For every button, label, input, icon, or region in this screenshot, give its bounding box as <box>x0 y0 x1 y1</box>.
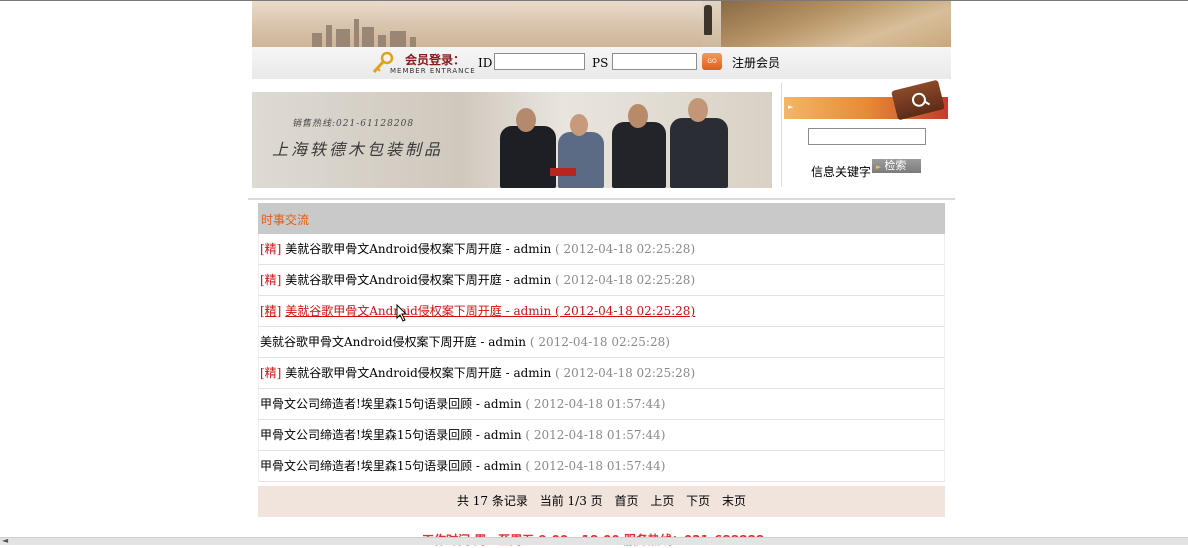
news-item-author: - admin <box>476 335 527 349</box>
header-banner <box>252 1 951 47</box>
news-item-title[interactable]: 甲骨文公司缔造者!埃里森15句语录回顾 <box>260 397 472 411</box>
password-input[interactable] <box>612 53 697 70</box>
news-item[interactable]: [精] 美就谷歌甲骨文Android侵权案下周开庭 - admin ( 2012… <box>258 234 945 265</box>
news-item[interactable]: 甲骨文公司缔造者!埃里森15句语录回顾 - admin ( 2012-04-18… <box>258 389 945 420</box>
news-item-title[interactable]: 甲骨文公司缔造者!埃里森15句语录回顾 <box>260 428 472 442</box>
news-panel: 时事交流 [精] 美就谷歌甲骨文Android侵权案下周开庭 - admin (… <box>258 203 945 517</box>
search-input[interactable] <box>808 128 926 145</box>
red-folder <box>550 168 576 176</box>
search-panel: ► 信息关键字 ► 检索 <box>781 79 952 187</box>
password-label: PS <box>592 56 609 70</box>
news-item-title[interactable]: 美就谷歌甲骨文Android侵权案下周开庭 <box>285 366 502 380</box>
news-item-time: ( 2012-04-18 01:57:44) <box>521 459 666 473</box>
news-item-time: ( 2012-04-18 02:25:28) <box>526 335 670 349</box>
featured-tag: [精] <box>260 366 282 380</box>
last-page-link[interactable]: 末页 <box>722 494 746 508</box>
person-figure <box>612 122 666 188</box>
login-subtitle: MEMBER ENTRANCE <box>390 67 476 75</box>
search-button[interactable]: ► 检索 <box>872 159 921 173</box>
register-link[interactable]: 注册会员 <box>732 54 780 71</box>
keyword-label: 信息关键字 <box>811 165 872 179</box>
current-page: 当前 1/3 页 <box>539 494 603 508</box>
magnifier-icon <box>910 91 928 109</box>
news-header: 时事交流 <box>258 203 945 234</box>
news-item-time: ( 2012-04-18 02:25:28) <box>551 304 696 318</box>
person-head <box>516 108 536 132</box>
featured-tag: [精] <box>260 304 282 318</box>
id-label: ID <box>478 56 493 70</box>
news-item-author: - admin <box>501 304 552 318</box>
cursor-icon <box>396 304 408 322</box>
featured-tag: [精] <box>260 273 282 287</box>
sales-hotline: 销售热线:021-61128208 <box>292 119 415 129</box>
person-head <box>628 104 648 128</box>
member-login-bar: 会员登录： MEMBER ENTRANCE ID PS GO 注册会员 <box>252 47 951 79</box>
search-button-label: 检索 <box>884 159 907 172</box>
person-head <box>570 114 588 136</box>
id-input[interactable] <box>494 53 585 70</box>
standing-figure <box>704 5 712 35</box>
person-figure <box>500 126 556 188</box>
news-item-hovered[interactable]: [精] 美就谷歌甲骨文Android侵权案下周开庭 - admin ( 2012… <box>258 296 945 327</box>
news-title: 时事交流 <box>261 213 310 227</box>
news-list: [精] 美就谷歌甲骨文Android侵权案下周开庭 - admin ( 2012… <box>258 234 945 486</box>
news-item[interactable]: [精] 美就谷歌甲骨文Android侵权案下周开庭 - admin ( 2012… <box>258 358 945 389</box>
news-item-title[interactable]: 甲骨文公司缔造者!埃里森15句语录回顾 <box>260 459 472 473</box>
news-item[interactable]: 甲骨文公司缔造者!埃里森15句语录回顾 - admin ( 2012-04-18… <box>258 420 945 451</box>
news-item-author: - admin <box>472 397 522 411</box>
rock-cliff <box>721 1 951 47</box>
arrow-icon: ► <box>788 103 794 111</box>
news-item-time: ( 2012-04-18 01:57:44) <box>521 397 666 411</box>
city-skyline <box>292 13 512 47</box>
total-records: 共 17 条记录 <box>456 494 528 508</box>
news-item-time: ( 2012-04-18 01:57:44) <box>521 428 666 442</box>
page-container: 会员登录： MEMBER ENTRANCE ID PS GO 注册会员 销售热线… <box>248 1 955 547</box>
news-item[interactable]: 美就谷歌甲骨文Android侵权案下周开庭 - admin ( 2012-04-… <box>258 327 945 358</box>
pagination: 共 17 条记录 当前 1/3 页 首页 上页 下页 末页 <box>258 486 945 517</box>
news-item-title[interactable]: 美就谷歌甲骨文Android侵权案下周开庭 <box>285 304 502 318</box>
company-name: 上海轶德木包装制品 <box>272 140 444 159</box>
news-item-author: - admin <box>501 366 552 380</box>
prev-page-link[interactable]: 上页 <box>650 494 674 508</box>
news-item-time: ( 2012-04-18 02:25:28) <box>551 273 696 287</box>
person-figure <box>558 132 604 188</box>
person-figure <box>670 118 728 188</box>
news-item-time: ( 2012-04-18 02:25:28) <box>551 366 696 380</box>
news-item-title[interactable]: 美就谷歌甲骨文Android侵权案下周开庭 <box>285 242 502 256</box>
news-item-title[interactable]: 美就谷歌甲骨文Android侵权案下周开庭 <box>285 273 502 287</box>
first-page-link[interactable]: 首页 <box>614 494 638 508</box>
news-item-author: - admin <box>501 273 552 287</box>
news-item[interactable]: 甲骨文公司缔造者!埃里森15句语录回顾 - admin ( 2012-04-18… <box>258 451 945 482</box>
go-button[interactable]: GO <box>702 53 722 70</box>
news-item-title[interactable]: 美就谷歌甲骨文Android侵权案下周开庭 <box>260 335 477 349</box>
next-page-link[interactable]: 下页 <box>686 494 710 508</box>
news-item-author: - admin <box>472 428 522 442</box>
section-divider <box>248 198 955 200</box>
hero-banner-image: 销售热线:021-61128208 上海轶德木包装制品 <box>252 92 772 188</box>
person-head <box>688 98 708 122</box>
news-item-time: ( 2012-04-18 02:25:28) <box>551 242 696 256</box>
news-item[interactable]: [精] 美就谷歌甲骨文Android侵权案下周开庭 - admin ( 2012… <box>258 265 945 296</box>
news-item-author: - admin <box>472 459 522 473</box>
featured-tag: [精] <box>260 242 282 256</box>
news-item-author: - admin <box>501 242 552 256</box>
login-title: 会员登录： <box>405 53 466 67</box>
play-icon: ► <box>876 163 882 171</box>
